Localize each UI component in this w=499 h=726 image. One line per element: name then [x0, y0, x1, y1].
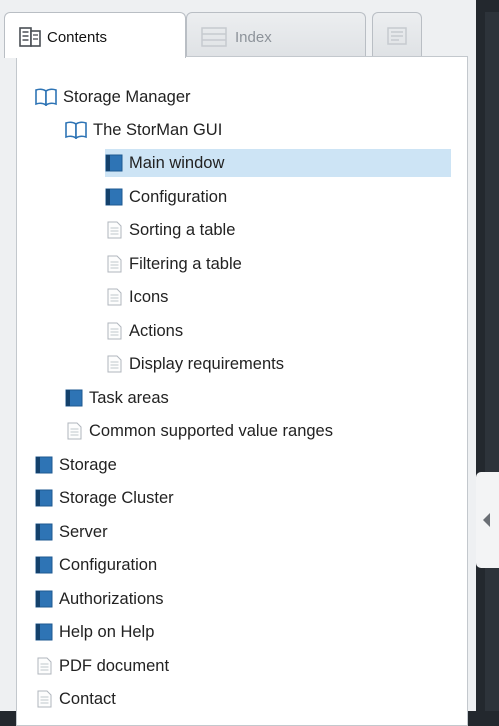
- tree-item[interactable]: Storage Cluster: [35, 484, 174, 512]
- book-closed-icon: [35, 523, 53, 541]
- page-icon: [105, 255, 123, 273]
- tree-item-label: Storage: [59, 455, 117, 474]
- tree-item-label: Authorizations: [59, 589, 164, 608]
- tree-item-label: Main window: [129, 153, 225, 172]
- tree-item[interactable]: Common supported value ranges: [65, 417, 333, 445]
- tab-index[interactable]: Index: [186, 12, 366, 57]
- tree-item[interactable]: Configuration: [35, 551, 157, 579]
- page-icon: [105, 322, 123, 340]
- contents-icon: [19, 27, 41, 51]
- book-open-icon: [35, 88, 57, 107]
- page-icon: [65, 422, 83, 440]
- book-closed-icon: [35, 556, 53, 574]
- page-icon: [105, 355, 123, 373]
- tree-item[interactable]: Filtering a table: [105, 250, 242, 278]
- contents-tree-panel: Storage Manager The StorMan GUI Main windo…: [16, 56, 468, 726]
- tree-item[interactable]: Authorizations: [35, 585, 164, 613]
- tree-item-label: Help on Help: [59, 622, 155, 641]
- book-closed-icon: [35, 590, 53, 608]
- tree-item[interactable]: Help on Help: [35, 618, 154, 646]
- tab-bar: Index Contents: [0, 12, 476, 58]
- tree-item-label: Actions: [129, 321, 184, 340]
- tree-item-label: Sorting a table: [129, 220, 236, 239]
- tree-item[interactable]: Task areas: [65, 384, 169, 412]
- page-icon: [105, 288, 123, 306]
- search-list-icon: [387, 27, 407, 49]
- tab-contents-label: Contents: [47, 29, 108, 46]
- tab-contents[interactable]: Contents: [4, 12, 186, 58]
- tree-item-label: The StorMan GUI: [93, 120, 223, 139]
- tree-item-label: Storage Manager: [63, 87, 191, 106]
- book-closed-icon: [65, 389, 83, 407]
- tree-item[interactable]: Configuration: [105, 183, 227, 211]
- tree-item[interactable]: Storage: [35, 451, 117, 479]
- tree-item[interactable]: Storage Manager: [35, 83, 191, 111]
- tree-item[interactable]: PDF document: [35, 652, 169, 680]
- tree-item[interactable]: Server: [35, 518, 108, 546]
- page-icon: [35, 657, 53, 675]
- index-list-icon: [201, 27, 227, 51]
- tree-item[interactable]: Display requirements: [105, 350, 284, 378]
- book-closed-icon: [35, 489, 53, 507]
- tree-item[interactable]: Icons: [105, 283, 168, 311]
- collapse-panel-handle[interactable]: [476, 472, 499, 568]
- tree-item-label: Server: [59, 522, 108, 541]
- content-frame-edge: [485, 12, 499, 711]
- tree-item-label: Filtering a table: [129, 254, 242, 273]
- tab-index-label: Index: [235, 29, 272, 46]
- tree-item-label: Contact: [59, 689, 116, 708]
- tab-search[interactable]: [372, 12, 422, 57]
- book-closed-icon: [35, 456, 53, 474]
- tree-item-label: PDF document: [59, 656, 170, 675]
- tree-item-label: Display requirements: [129, 354, 284, 373]
- collapse-arrow-icon: [483, 513, 490, 527]
- tree-item[interactable]: Actions: [105, 317, 183, 345]
- tree-item-label: Storage Cluster: [59, 488, 174, 507]
- book-closed-icon: [105, 188, 123, 206]
- tree-item-label: Common supported value ranges: [89, 421, 333, 440]
- tree-item-label: Icons: [129, 287, 169, 306]
- page-icon: [105, 221, 123, 239]
- tree-item-label: Task areas: [89, 388, 169, 407]
- tree-item[interactable]: Contact: [35, 685, 116, 713]
- book-closed-icon: [35, 623, 53, 641]
- tree-item-label: Configuration: [59, 555, 158, 574]
- page-icon: [35, 690, 53, 708]
- tree-item-label: Configuration: [129, 187, 228, 206]
- book-open-icon: [65, 121, 87, 140]
- tree-item[interactable]: Main window: [105, 149, 451, 177]
- book-closed-icon: [105, 154, 123, 172]
- tree-item[interactable]: Sorting a table: [105, 216, 235, 244]
- tree-item[interactable]: The StorMan GUI: [65, 116, 222, 144]
